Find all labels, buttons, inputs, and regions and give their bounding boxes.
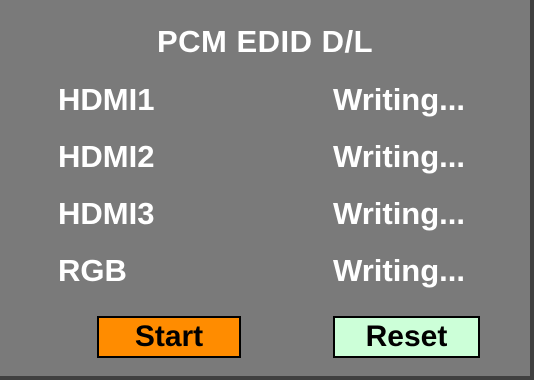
input-label-rgb: RGB (58, 253, 127, 288)
edid-download-panel: PCM EDID D/L HDMI1 Writing... HDMI2 Writ… (0, 0, 534, 380)
row-rgb: RGB Writing... (0, 253, 530, 293)
input-label-hdmi1: HDMI1 (58, 82, 155, 117)
input-label-hdmi2: HDMI2 (58, 139, 155, 174)
row-hdmi2: HDMI2 Writing... (0, 139, 530, 179)
input-label-hdmi3: HDMI3 (58, 196, 155, 231)
status-hdmi3: Writing... (333, 196, 466, 231)
status-hdmi2: Writing... (333, 139, 466, 174)
panel-title: PCM EDID D/L (156, 24, 374, 59)
start-button[interactable]: Start (97, 316, 241, 358)
status-rgb: Writing... (333, 253, 466, 288)
status-hdmi1: Writing... (333, 82, 466, 117)
reset-button[interactable]: Reset (333, 316, 480, 358)
row-hdmi1: HDMI1 Writing... (0, 82, 530, 122)
row-hdmi3: HDMI3 Writing... (0, 196, 530, 236)
